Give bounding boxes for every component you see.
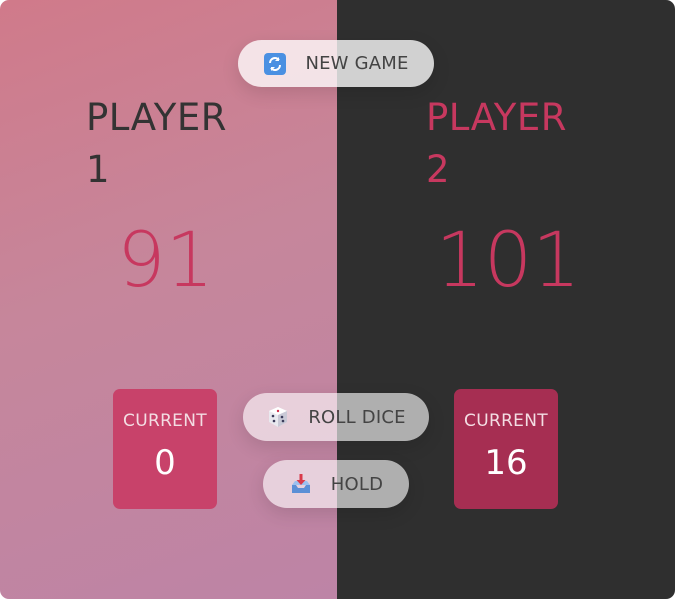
new-game-button[interactable]: NEW GAME [238,40,434,87]
player-2-name-number: 2 [426,148,451,191]
player-1-current-score: 0 [154,443,176,483]
refresh-icon [263,52,287,76]
dice-icon [266,405,290,429]
player-1-current-label: CURRENT [123,411,207,431]
game-board: PLAYER 1 91 CURRENT 0 PLAYER 2 101 CURRE… [0,0,675,599]
player-2-panel: PLAYER 2 101 CURRENT 16 [337,0,675,599]
player-2-name-word: PLAYER [426,96,567,139]
hold-button[interactable]: HOLD [263,460,409,508]
player-2-current-score: 16 [484,443,528,483]
roll-dice-button[interactable]: ROLL DICE [243,393,429,441]
player-1-total-score: 91 [117,215,214,304]
player-1-name-word: PLAYER [86,96,227,139]
player-1-name-number: 1 [86,148,111,191]
hold-label: HOLD [330,473,384,495]
player-2-current-box: CURRENT 16 [454,389,558,509]
inbox-tray-icon [289,472,313,496]
roll-dice-label: ROLL DICE [308,406,406,428]
player-2-name: PLAYER 2 [426,92,596,196]
player-2-total-score: 101 [435,215,581,304]
new-game-label: NEW GAME [305,53,409,74]
player-1-panel: PLAYER 1 91 CURRENT 0 [0,0,337,599]
player-2-current-label: CURRENT [464,411,548,431]
player-1-name: PLAYER 1 [86,92,256,196]
player-1-current-box: CURRENT 0 [113,389,217,509]
